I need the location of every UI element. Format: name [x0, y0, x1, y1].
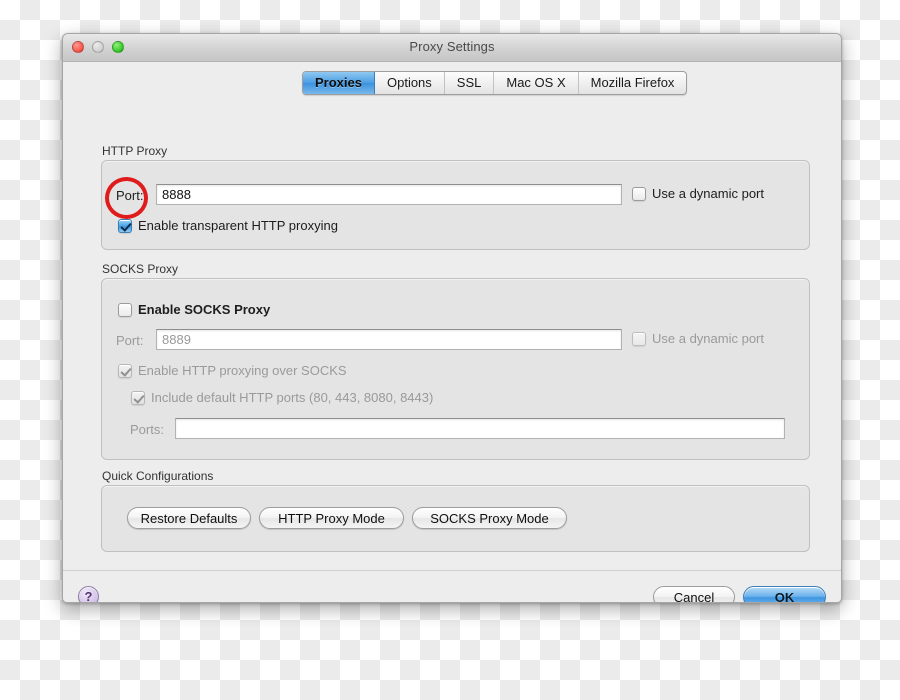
http-use-dynamic-port-checkbox[interactable]: [632, 186, 646, 201]
cancel-button[interactable]: Cancel: [653, 586, 735, 602]
http-use-dynamic-port-row[interactable]: Use a dynamic port: [632, 186, 764, 201]
socks-proxy-group-label: SOCKS Proxy: [102, 262, 179, 276]
socks-use-dynamic-port-row[interactable]: Use a dynamic port: [632, 331, 764, 346]
quick-configurations-group-label: Quick Configurations: [102, 469, 214, 483]
proxy-settings-window: Proxy Settings Proxies Options SSL Mac O…: [62, 33, 842, 603]
include-default-http-ports-checkbox[interactable]: [131, 390, 145, 405]
socks-port-input[interactable]: 8889: [156, 329, 622, 350]
http-use-dynamic-port-label: Use a dynamic port: [652, 186, 764, 201]
help-button[interactable]: ?: [78, 586, 99, 602]
footer-divider: [63, 570, 841, 571]
http-proxying-over-socks-row[interactable]: Enable HTTP proxying over SOCKS: [118, 363, 347, 378]
tab-mozilla-firefox[interactable]: Mozilla Firefox: [579, 72, 687, 94]
socks-ports-label: Ports:: [130, 422, 164, 437]
tab-options[interactable]: Options: [375, 72, 445, 94]
tab-proxies[interactable]: Proxies: [303, 72, 375, 94]
tab-bar: Proxies Options SSL Mac OS X Mozilla Fir…: [302, 71, 688, 95]
enable-socks-proxy-checkbox[interactable]: [118, 302, 132, 317]
enable-socks-proxy-row[interactable]: Enable SOCKS Proxy: [118, 302, 270, 317]
ok-button[interactable]: OK: [743, 586, 826, 602]
http-proxying-over-socks-label: Enable HTTP proxying over SOCKS: [138, 363, 347, 378]
window-body: Proxies Options SSL Mac OS X Mozilla Fir…: [63, 62, 841, 602]
include-default-http-ports-row[interactable]: Include default HTTP ports (80, 443, 808…: [131, 390, 433, 405]
http-proxy-group: [101, 160, 810, 250]
restore-defaults-button[interactable]: Restore Defaults: [127, 507, 251, 529]
http-port-input[interactable]: 8888: [156, 184, 622, 205]
socks-use-dynamic-port-label: Use a dynamic port: [652, 331, 764, 346]
enable-socks-proxy-label: Enable SOCKS Proxy: [138, 302, 271, 317]
http-port-label: Port:: [116, 188, 144, 203]
http-proxy-group-label: HTTP Proxy: [102, 144, 168, 158]
socks-use-dynamic-port-checkbox[interactable]: [632, 331, 646, 346]
socks-ports-input[interactable]: [175, 418, 785, 439]
socks-port-label: Port:: [116, 333, 144, 348]
tab-ssl[interactable]: SSL: [445, 72, 495, 94]
transparent-http-proxying-checkbox[interactable]: [118, 218, 132, 233]
tab-mac-os-x[interactable]: Mac OS X: [494, 72, 579, 94]
transparent-http-proxying-label: Enable transparent HTTP proxying: [138, 218, 338, 233]
window-title: Proxy Settings: [409, 39, 495, 54]
include-default-http-ports-label: Include default HTTP ports (80, 443, 808…: [151, 390, 434, 405]
socks-proxy-mode-button[interactable]: SOCKS Proxy Mode: [412, 507, 567, 529]
http-proxy-mode-button[interactable]: HTTP Proxy Mode: [259, 507, 404, 529]
transparent-http-proxying-row[interactable]: Enable transparent HTTP proxying: [118, 218, 338, 233]
http-proxying-over-socks-checkbox[interactable]: [118, 363, 132, 378]
window-titlebar: Proxy Settings: [63, 34, 841, 62]
